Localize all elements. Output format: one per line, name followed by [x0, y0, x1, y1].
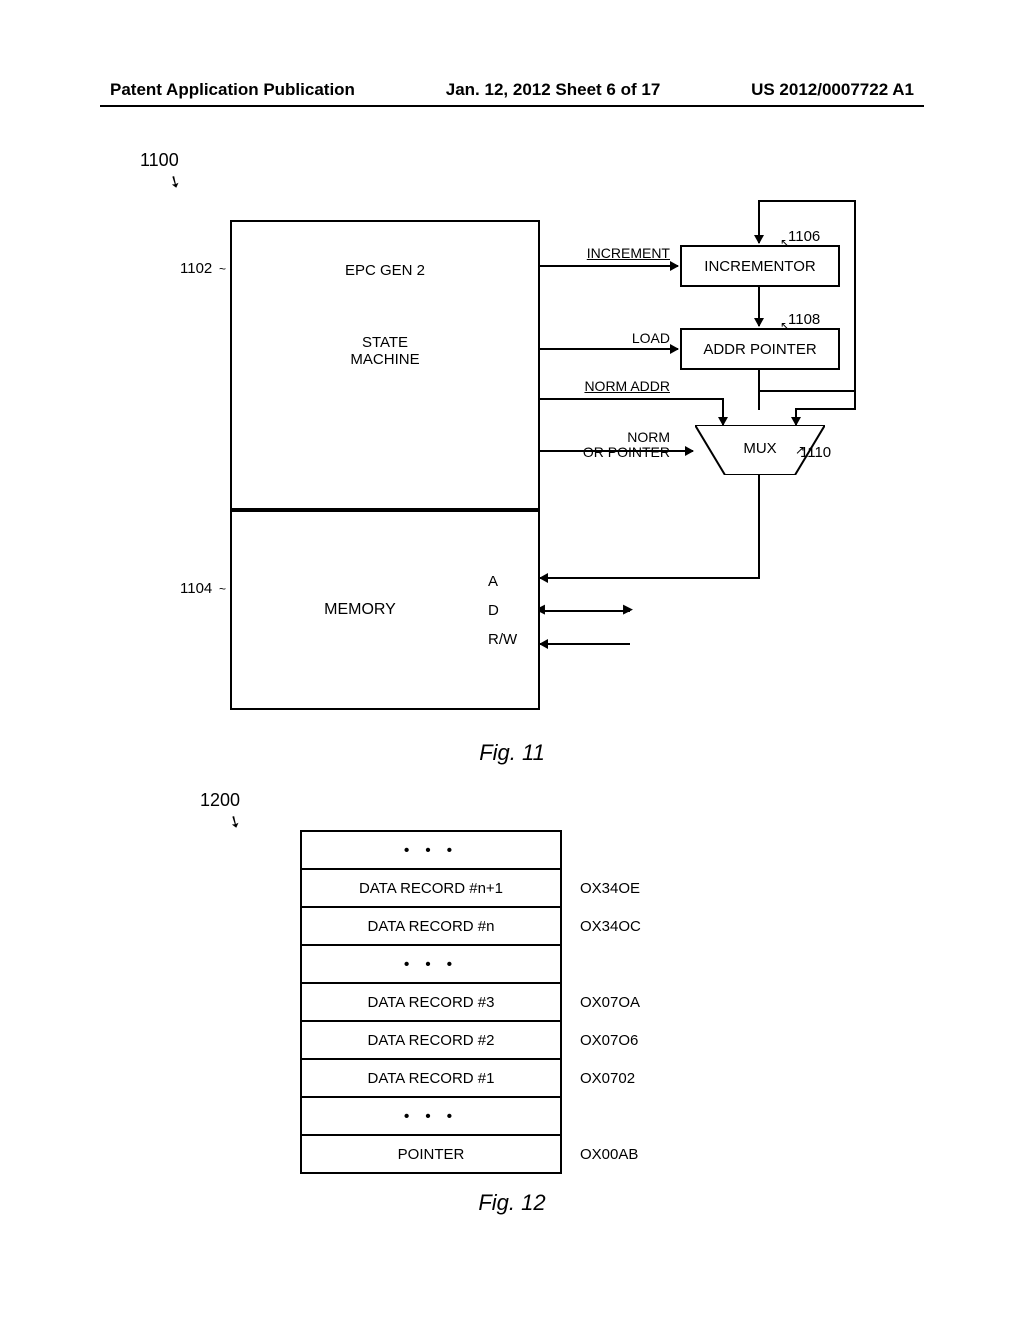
header-publication: Patent Application Publication	[110, 80, 355, 100]
memory-map-addr: OX07O6	[561, 1021, 642, 1059]
signal-norm-or-pointer: NORMOR POINTER	[530, 430, 670, 461]
wire-ptr-out-h	[758, 390, 856, 392]
figure-12-caption: Fig. 12	[0, 1190, 1024, 1216]
memory-map-addr: OX34OE	[561, 869, 642, 907]
wire-increment	[540, 265, 678, 267]
memory-map-cell: DATA RECORD #3	[301, 983, 561, 1021]
wire-mux-to-a	[540, 577, 760, 579]
memory-map-row: DATA RECORD #2OX07O6	[301, 1021, 642, 1059]
ref-1200: 1200 ➘	[200, 790, 240, 811]
epc-title: EPC GEN 2	[345, 262, 425, 279]
wire-bus-to-mux	[795, 408, 797, 425]
wire-normaddr-v	[722, 398, 724, 425]
memory-map-cell: POINTER	[301, 1135, 561, 1173]
signal-load: LOAD	[545, 330, 670, 346]
memory-port-d: D	[488, 602, 499, 619]
memory-map-addr: OX00AB	[561, 1135, 642, 1173]
memory-map-cell: • • •	[301, 831, 561, 869]
page-header: Patent Application Publication Jan. 12, …	[0, 80, 1024, 100]
memory-map-addr	[561, 945, 642, 983]
memory-map-row: POINTEROX00AB	[301, 1135, 642, 1173]
header-date-sheet: Jan. 12, 2012 Sheet 6 of 17	[446, 80, 661, 100]
memory-map-cell: • • •	[301, 1097, 561, 1135]
wire-inc-top-h	[758, 200, 856, 202]
state-machine-label-1: STATE	[362, 334, 408, 351]
figure-11: 1100 ➘ EPC GEN 2 STATE MACHINE MEMORY A …	[140, 150, 860, 710]
memory-map-table: • • •DATA RECORD #n+1OX34OEDATA RECORD #…	[300, 830, 643, 1174]
memory-map-row: • • •	[301, 831, 642, 869]
wire-bus-to-mux-h	[795, 408, 856, 410]
memory-map-cell: DATA RECORD #n	[301, 907, 561, 945]
arrow-d-right: ▶	[623, 601, 633, 617]
memory-map-row: DATA RECORD #n+1OX34OE	[301, 869, 642, 907]
memory-map-cell: DATA RECORD #2	[301, 1021, 561, 1059]
wire-rw	[540, 643, 630, 645]
ref-1100: 1100 ➘	[140, 150, 179, 171]
tick-1102: ~	[219, 262, 226, 276]
ref-1102: 1102	[180, 260, 212, 277]
figure-11-caption: Fig. 11	[0, 740, 1024, 766]
ref-1106: 1106	[788, 228, 820, 245]
wire-inc-top-v	[758, 200, 760, 243]
tick-1104: ~	[219, 582, 226, 596]
memory-map-row: • • •	[301, 1097, 642, 1135]
wire-right-bus-v	[854, 200, 856, 410]
memory-map-row: DATA RECORD #3OX07OA	[301, 983, 642, 1021]
memory-map-cell: • • •	[301, 945, 561, 983]
memory-map-addr: OX07OA	[561, 983, 642, 1021]
signal-increment: INCREMENT	[545, 245, 670, 261]
header-pubnumber: US 2012/0007722 A1	[751, 80, 914, 100]
memory-map-cell: DATA RECORD #n+1	[301, 869, 561, 907]
incrementor-block: INCREMENTOR	[680, 245, 840, 287]
epc-state-machine-block: EPC GEN 2 STATE MACHINE	[230, 220, 540, 510]
wire-load	[540, 348, 678, 350]
signal-norm-addr: NORM ADDR	[545, 378, 670, 394]
memory-map-row: DATA RECORD #nOX34OC	[301, 907, 642, 945]
wire-mux-out-v	[758, 475, 760, 578]
tick-1110: ↗	[795, 443, 805, 457]
memory-map-row: • • •	[301, 945, 642, 983]
memory-port-rw: R/W	[488, 631, 517, 648]
tick-1108: ↗	[780, 319, 790, 333]
tick-1106: ↗	[780, 236, 790, 250]
ref-1104: 1104	[180, 580, 212, 597]
wire-normorptr	[540, 450, 693, 452]
ref-1108: 1108	[788, 311, 820, 328]
wire-inc-to-ptr	[758, 287, 760, 326]
memory-map-addr: OX0702	[561, 1059, 642, 1097]
memory-map-addr	[561, 1097, 642, 1135]
wire-d	[540, 610, 630, 612]
memory-map-addr: OX34OC	[561, 907, 642, 945]
memory-block: MEMORY A D R/W	[230, 510, 540, 710]
header-rule	[100, 105, 924, 107]
memory-label: MEMORY	[232, 601, 488, 619]
addr-pointer-block: ADDR POINTER	[680, 328, 840, 370]
state-machine-label-2: MACHINE	[350, 351, 419, 368]
memory-map-row: DATA RECORD #1OX0702	[301, 1059, 642, 1097]
memory-port-a: A	[488, 573, 498, 590]
memory-map-cell: DATA RECORD #1	[301, 1059, 561, 1097]
wire-normaddr-h	[540, 398, 722, 400]
memory-map-addr	[561, 831, 642, 869]
